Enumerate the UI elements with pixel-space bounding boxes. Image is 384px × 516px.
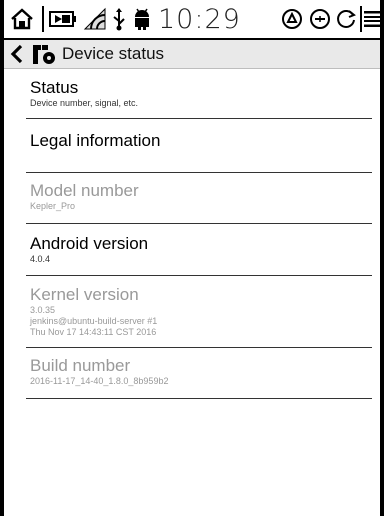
zoom-icon[interactable] (308, 7, 332, 31)
battery-icon (48, 7, 78, 31)
screen-frame: 10:29 Device status Status Device number… (0, 0, 384, 516)
list-item-status[interactable]: Status Device number, signal, etc. (4, 68, 380, 118)
item-title: Android version (30, 234, 149, 253)
item-subtitle: 4.0.4 (30, 254, 51, 264)
item-subtitle-line: 3.0.35 (30, 305, 56, 315)
divider (26, 398, 372, 399)
item-title: Legal information (30, 131, 161, 150)
item-title: Kernel version (30, 285, 139, 304)
list-item-kernel-version: Kernel version 3.0.35 jenkins@ubuntu-bui… (4, 276, 380, 347)
back-button[interactable] (10, 44, 24, 64)
list-item-legal-information[interactable]: Legal information (4, 119, 380, 172)
item-subtitle-line: Thu Nov 17 14:43:11 CST 2016 (30, 327, 157, 337)
item-title: Status (30, 78, 79, 97)
chevron-left-icon (10, 44, 23, 64)
usb-icon (110, 7, 128, 31)
item-subtitle-line: jenkins@ubuntu-build-server #1 (30, 316, 158, 326)
item-subtitle: Kepler_Pro (30, 201, 76, 211)
list-item-android-version[interactable]: Android version 4.0.4 (4, 224, 380, 275)
item-subtitle: 2016-11-17_14-40_1.8.0_8b959b2 (30, 376, 169, 386)
status-separator (42, 6, 44, 32)
status-separator (360, 6, 362, 32)
list-item-model-number: Model number Kepler_Pro (4, 173, 380, 223)
menu-icon[interactable] (363, 7, 380, 31)
home-icon[interactable] (8, 7, 36, 31)
wifi-icon (82, 7, 108, 31)
list-item-build-number: Build number 2016-11-17_14-40_1.8.0_8b95… (4, 348, 380, 398)
settings-tools-icon (32, 42, 56, 66)
page-title: Device status (62, 44, 165, 63)
item-subtitle: Device number, signal, etc. (30, 98, 139, 108)
item-title: Model number (30, 181, 139, 200)
settings-list: Status Device number, signal, etc. Legal… (4, 68, 380, 399)
item-title: Build number (30, 356, 131, 375)
clock: 10:29 (158, 4, 241, 35)
refresh-icon[interactable] (334, 7, 358, 31)
status-bar: 10:29 (4, 0, 380, 40)
title-bar: Device status (4, 40, 380, 69)
android-icon (130, 7, 154, 31)
sync-icon[interactable] (280, 7, 304, 31)
